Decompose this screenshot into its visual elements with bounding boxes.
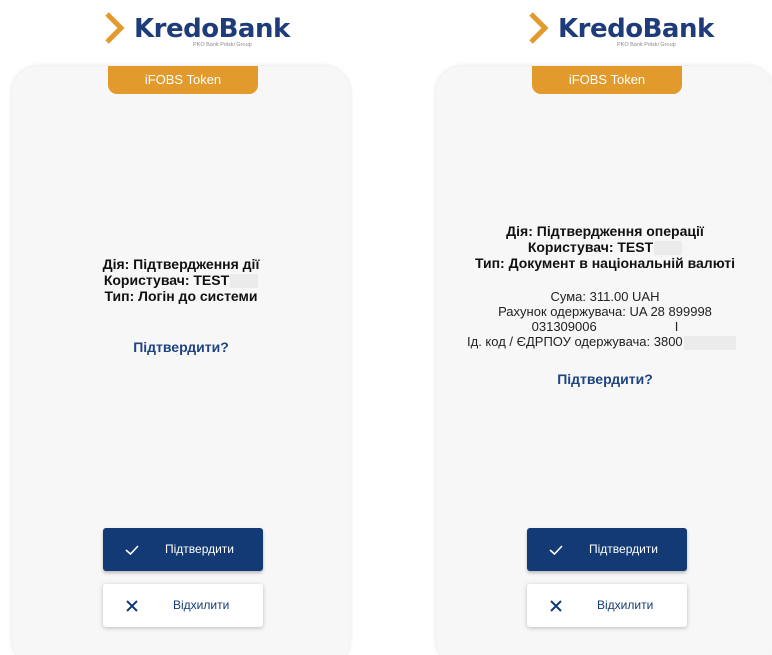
confirm-button[interactable]: Підтвердити [527, 528, 687, 571]
stage: KredoBank PKO Bank Polski Group iFOBS To… [0, 0, 772, 655]
screen-login-confirmation: KredoBank PKO Bank Polski Group iFOBS To… [8, 0, 353, 655]
kredobank-logo: KredoBank PKO Bank Polski Group [8, 10, 353, 52]
account-text: Рахунок одержувача: UA 28 899998 [498, 304, 712, 319]
confirm-question: Підтвердити? [133, 339, 229, 355]
redacted-block [230, 274, 259, 289]
screen-document-confirmation: KredoBank PKO Bank Polski Group iFOBS To… [432, 0, 772, 655]
brand-subtitle: PKO Bank Polski Group [193, 42, 252, 48]
confirm-question: Підтвердити? [557, 371, 653, 387]
phone-card: iFOBS Token Дія: Підтвердження дії Корис… [12, 66, 350, 655]
close-icon [126, 600, 138, 612]
user-text: Користувач: TEST [527, 239, 654, 255]
action-text: Дія: Підтвердження операції [506, 223, 704, 239]
recipient-id-line: Ід. код / ЄДРПОУ одержувача: 3800 [436, 334, 772, 350]
confirm-button[interactable]: Підтвердити [103, 528, 263, 571]
document-details: Сума: 311.00 UAH Рахунок одержувача: UA … [436, 289, 772, 350]
reject-label: Відхилити [173, 598, 230, 612]
check-icon [125, 545, 139, 556]
brand-name: KredoBank [134, 14, 290, 44]
operation-info: Дія: Підтвердження дії Користувач: TEST … [12, 256, 350, 304]
amount-text: Сума: 311.00 UAH [550, 289, 660, 304]
user-text: Користувач: TEST [103, 272, 230, 288]
recipient-id-text: Ід. код / ЄДРПОУ одержувача: 3800 [467, 334, 683, 349]
token-tab: iFOBS Token [532, 66, 682, 94]
redacted-block [654, 241, 683, 256]
token-tab: iFOBS Token [108, 66, 258, 94]
chevron-logo-icon [529, 12, 549, 44]
type-text: Тип: Документ в національній валюті [474, 255, 736, 272]
redacted-block [683, 335, 736, 350]
account-cont-text: 031309006 [531, 319, 597, 334]
phone-card: iFOBS Token Дія: Підтвердження операції … [436, 66, 772, 655]
user-line: Користувач: TEST [12, 272, 350, 289]
chevron-logo-icon [105, 12, 125, 44]
account-cont2-text: I [674, 319, 679, 334]
kredobank-logo: KredoBank PKO Bank Polski Group [432, 10, 772, 52]
close-icon [550, 600, 562, 612]
reject-label: Відхилити [597, 598, 654, 612]
operation-info: Дія: Підтвердження операції Користувач: … [436, 223, 772, 271]
brand-subtitle: PKO Bank Polski Group [617, 42, 676, 48]
action-text: Дія: Підтвердження дії [102, 256, 260, 272]
user-line: Користувач: TEST [436, 239, 772, 256]
reject-button[interactable]: Відхилити [103, 584, 263, 627]
brand-name: KredoBank [558, 14, 714, 44]
account-cont-line: 031309006 I [436, 319, 772, 334]
type-text: Тип: Логін до системи [104, 288, 258, 305]
check-icon [549, 545, 563, 556]
confirm-label: Підтвердити [165, 542, 235, 556]
confirm-label: Підтвердити [589, 542, 659, 556]
reject-button[interactable]: Відхилити [527, 584, 687, 627]
